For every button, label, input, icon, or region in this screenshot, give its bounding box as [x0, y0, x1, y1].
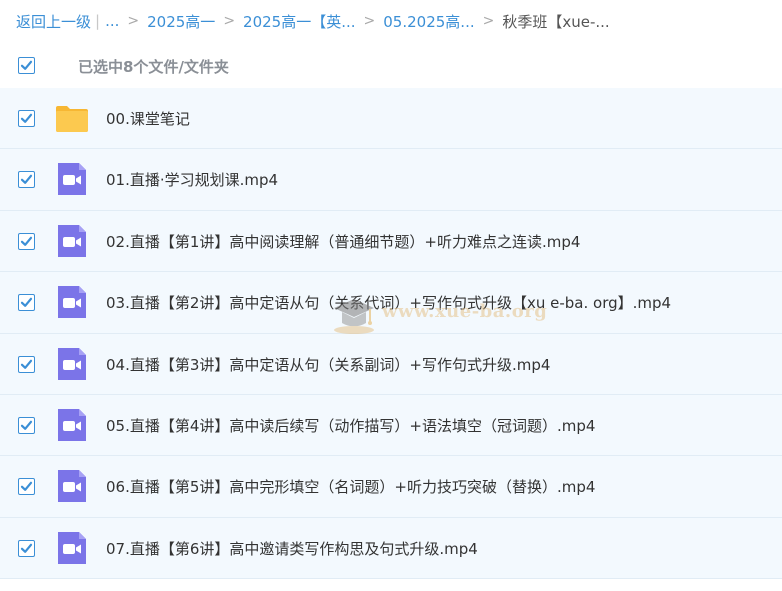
file-row[interactable]: 03.直播【第2讲】高中定语从句（关系代词）+写作句式升级【xu e-ba. o… — [0, 272, 782, 334]
file-name: 04.直播【第3讲】高中定语从句（关系副词）+写作句式升级.mp4 — [106, 355, 551, 374]
row-checkbox[interactable] — [18, 294, 35, 312]
file-name: 01.直播·学习规划课.mp4 — [106, 171, 279, 190]
row-checkbox[interactable] — [18, 478, 35, 496]
file-row[interactable]: 00.课堂笔记 — [0, 88, 782, 150]
video-file-icon — [58, 470, 86, 503]
checkmark-icon — [20, 482, 33, 492]
breadcrumb-item[interactable]: 2025高一【英... — [243, 11, 355, 32]
file-name: 00.课堂笔记 — [106, 110, 190, 128]
breadcrumb-item[interactable]: 05.2025高... — [383, 11, 474, 32]
row-checkbox[interactable] — [18, 539, 35, 557]
checkmark-icon — [20, 359, 33, 369]
breadcrumb-item[interactable]: 2025高一 — [147, 11, 215, 32]
folder-icon — [56, 106, 88, 132]
video-file-icon — [58, 531, 86, 564]
breadcrumb-separator: > — [127, 13, 140, 29]
breadcrumb-separator: > — [223, 13, 236, 29]
file-row[interactable]: 06.直播【第5讲】高中完形填空（名词题）+听力技巧突破（替换）.mp4 — [0, 456, 782, 518]
file-row[interactable]: 02.直播【第1讲】高中阅读理解（普通细节题）+听力难点之连读.mp4 — [0, 210, 782, 273]
checkmark-icon — [20, 236, 33, 246]
checkmark-icon — [20, 420, 33, 430]
select-all-checkbox[interactable] — [18, 57, 35, 74]
breadcrumb-ellipsis[interactable]: ... — [105, 12, 119, 30]
file-name: 06.直播【第5讲】高中完形填空（名词题）+听力技巧突破（替换）.mp4 — [106, 478, 596, 497]
file-list: 00.课堂笔记 01.直播·学习规划课.mp4 02.直播【第1讲】高中阅读理解… — [0, 88, 782, 580]
breadcrumb-separator: > — [482, 13, 495, 29]
checkmark-icon — [20, 175, 33, 185]
breadcrumb-current: 秋季班【xue-... — [502, 12, 610, 31]
checkmark-icon — [20, 60, 33, 70]
breadcrumb-divider: | — [95, 12, 101, 30]
file-row[interactable]: 05.直播【第4讲】高中读后续写（动作描写）+语法填空（冠词题）.mp4 — [0, 394, 782, 457]
selection-header: 已选中8个文件/文件夹 — [0, 47, 782, 85]
video-file-icon — [58, 163, 86, 196]
video-file-icon — [58, 347, 86, 380]
checkmark-icon — [20, 297, 33, 308]
file-row[interactable]: 01.直播·学习规划课.mp4 — [0, 149, 782, 211]
video-file-icon — [58, 224, 86, 257]
file-row[interactable]: 07.直播【第6讲】高中邀请类写作构思及句式升级.mp4 — [0, 517, 782, 580]
file-browser: 返回上一级 | ... > 2025高一 > 2025高一【英... > 05.… — [0, 0, 782, 591]
file-name: 07.直播【第6讲】高中邀请类写作构思及句式升级.mp4 — [106, 539, 478, 558]
selection-summary: 已选中8个文件/文件夹 — [78, 58, 229, 76]
breadcrumb-separator: > — [363, 13, 376, 29]
file-name: 03.直播【第2讲】高中定语从句（关系代词）+写作句式升级【xu e-ba. o… — [106, 294, 672, 313]
file-row[interactable]: 04.直播【第3讲】高中定语从句（关系副词）+写作句式升级.mp4 — [0, 333, 782, 395]
breadcrumb: 返回上一级 | ... > 2025高一 > 2025高一【英... > 05.… — [16, 10, 610, 32]
video-file-icon — [58, 408, 86, 441]
row-checkbox[interactable] — [18, 171, 35, 189]
checkmark-icon — [20, 543, 33, 553]
row-checkbox[interactable] — [18, 355, 35, 373]
video-file-icon — [58, 286, 86, 319]
row-checkbox[interactable] — [18, 416, 35, 434]
row-checkbox[interactable] — [18, 110, 35, 127]
row-checkbox[interactable] — [18, 232, 35, 250]
file-name: 05.直播【第4讲】高中读后续写（动作描写）+语法填空（冠词题）.mp4 — [106, 416, 596, 435]
back-link[interactable]: 返回上一级 — [16, 11, 91, 32]
file-name: 02.直播【第1讲】高中阅读理解（普通细节题）+听力难点之连读.mp4 — [106, 232, 581, 251]
checkmark-icon — [20, 113, 33, 123]
